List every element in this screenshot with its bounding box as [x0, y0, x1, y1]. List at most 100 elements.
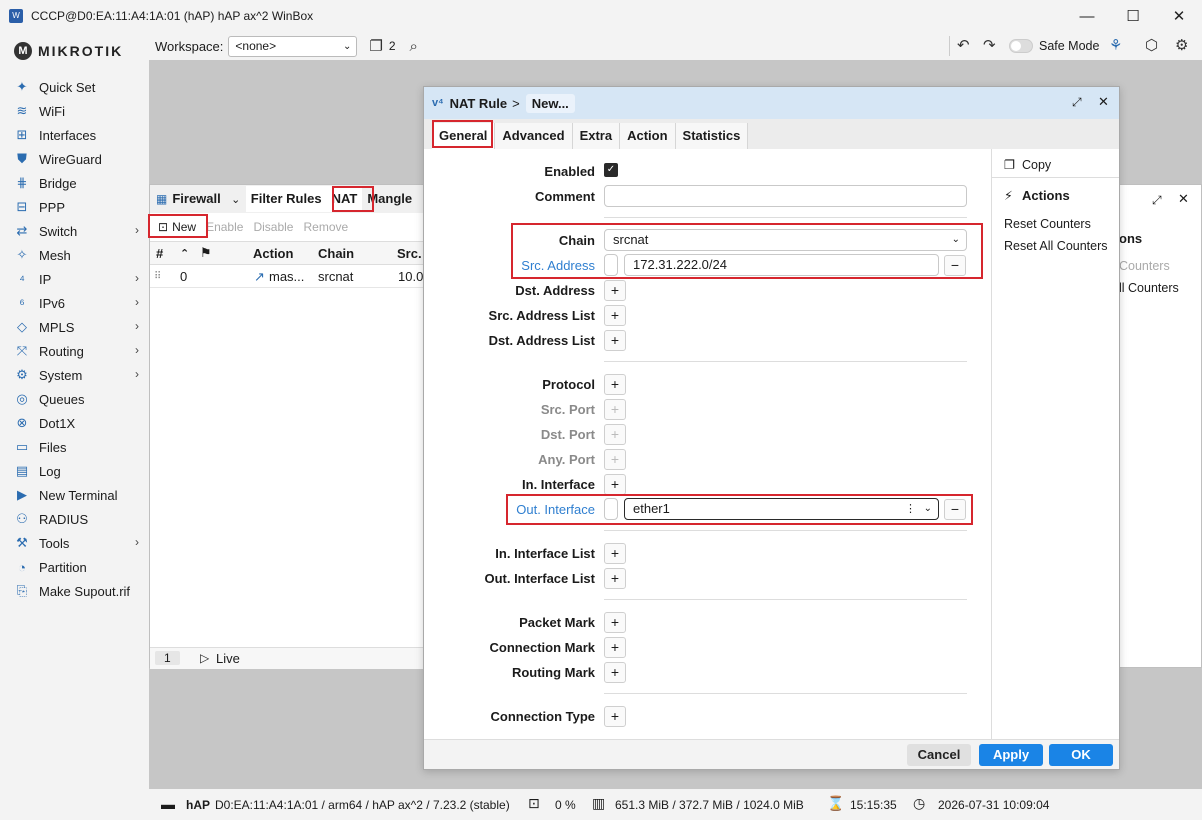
chevron-down-icon[interactable]: ⌄ [226, 193, 246, 206]
reset-all-counters-button[interactable]: Reset All Counters [1004, 239, 1108, 253]
highlight-out-interface [506, 494, 973, 525]
workspace-select[interactable]: <none> ⌄ [228, 35, 358, 57]
live-button[interactable]: Live [216, 651, 240, 666]
mesh-icon: ✧ [16, 247, 28, 262]
sidebar-item-switch[interactable]: ⇄ Switch › [0, 219, 149, 243]
remove-button[interactable]: Remove [303, 220, 348, 234]
undo-icon[interactable]: ↶ [957, 36, 970, 54]
copy-button[interactable]: Copy [1022, 158, 1051, 172]
sidebar-item-radius[interactable]: ⚇ RADIUS [0, 507, 149, 531]
sidebar-item-interfaces[interactable]: ⊞ Interfaces [0, 123, 149, 147]
cancel-button[interactable]: Cancel [907, 744, 971, 766]
protocol-add-button[interactable]: + [604, 374, 626, 395]
col-number[interactable]: # [156, 242, 163, 264]
sidebar-item-files[interactable]: ▭ Files [0, 435, 149, 459]
chevron-right-icon: › [135, 271, 139, 285]
field-dst-address: Dst. Address + [424, 278, 991, 303]
sidebar-item-mpls[interactable]: ◇ MPLS › [0, 315, 149, 339]
src-port-add-button[interactable]: + [604, 399, 626, 420]
any-port-label: Any. Port [538, 452, 595, 467]
dst-port-add-button[interactable]: + [604, 424, 626, 445]
ok-button[interactable]: OK [1049, 744, 1113, 766]
tab-advanced[interactable]: Advanced [495, 123, 573, 149]
sidebar-item-log[interactable]: ▤ Log [0, 459, 149, 483]
sidebar-item-queues[interactable]: ◎ Queues [0, 387, 149, 411]
dst-address-add-button[interactable]: + [604, 280, 626, 301]
safe-mode-icon[interactable]: ⚘ [1109, 36, 1122, 54]
package-icon[interactable]: ⬡ [1145, 36, 1158, 54]
sidebar-item-make-supout-rif[interactable]: ⎘ Make Supout.rif [0, 579, 149, 603]
sidebar-item-label: Interfaces [39, 127, 97, 143]
sidebar-item-routing[interactable]: ⤧ Routing › [0, 339, 149, 363]
wireguard-icon: ⛊ [17, 151, 27, 166]
sidebar-item-system[interactable]: ⚙ System › [0, 363, 149, 387]
tab-statistics[interactable]: Statistics [675, 123, 749, 149]
divider [604, 217, 967, 218]
settings-gear-icon[interactable]: ⚙ [1175, 36, 1188, 54]
sidebar-item-dot1x[interactable]: ⊗ Dot1X [0, 411, 149, 435]
restore-icon[interactable]: ⤢ [1152, 193, 1162, 208]
bg-reset-all-counters[interactable]: ll Counters [1119, 281, 1179, 295]
col-action[interactable]: Action [253, 242, 293, 264]
sidebar-item-bridge[interactable]: ⋕ Bridge [0, 171, 149, 195]
sort-icon[interactable]: ⌃ [180, 242, 189, 264]
reset-counters-button[interactable]: Reset Counters [1004, 217, 1091, 231]
interfaces-icon: ⊞ [16, 127, 28, 142]
sidebar-item-ip[interactable]: ⁴ IP › [0, 267, 149, 291]
src-address-list-label: Src. Address List [488, 308, 595, 323]
sidebar-item-wifi[interactable]: ≋ WiFi [0, 99, 149, 123]
apply-button[interactable]: Apply [979, 744, 1043, 766]
connection-mark-add-button[interactable]: + [604, 637, 626, 658]
sidebar-item-wireguard[interactable]: ⛊ WireGuard [0, 147, 149, 171]
sidebar-item-label: Quick Set [39, 79, 96, 95]
close-icon[interactable]: ✕ [1178, 191, 1189, 207]
tab-extra[interactable]: Extra [572, 123, 621, 149]
bg-reset-counters[interactable]: Counters [1119, 259, 1170, 273]
breadcrumb-separator: > [512, 95, 520, 111]
chevron-down-icon: ⌄ [343, 40, 352, 52]
in-interface-add-button[interactable]: + [604, 474, 626, 495]
src-address-list-add-button[interactable]: + [604, 305, 626, 326]
sidebar-item-quick-set[interactable]: ✦ Quick Set [0, 75, 149, 99]
sidebar-item-partition[interactable]: ◔ Partition [0, 555, 149, 579]
windows-icon[interactable]: ❐ [369, 37, 382, 55]
comment-input[interactable] [604, 185, 967, 207]
breadcrumb-root[interactable]: NAT Rule [450, 96, 508, 111]
close-icon[interactable]: ✕ [1098, 94, 1109, 110]
drag-handle-icon[interactable]: ⠿ [154, 266, 161, 287]
packet-mark-add-button[interactable]: + [604, 612, 626, 633]
col-chain[interactable]: Chain [318, 242, 354, 264]
any-port-add-button[interactable]: + [604, 449, 626, 470]
memory-icon: ▥ [592, 795, 606, 811]
disable-button[interactable]: Disable [253, 220, 293, 234]
copy-icon[interactable]: ❐ [1004, 157, 1015, 172]
enabled-label: Enabled [544, 164, 595, 179]
out-interface-list-add-button[interactable]: + [604, 568, 626, 589]
close-button[interactable]: ✕ [1156, 0, 1202, 32]
sidebar-item-mesh[interactable]: ✧ Mesh [0, 243, 149, 267]
safe-mode-toggle[interactable] [1009, 39, 1033, 53]
routing-mark-add-button[interactable]: + [604, 662, 626, 683]
table-row[interactable]: ⠿ 0 ↗ mas... srcnat 10.0 [150, 266, 426, 288]
redo-icon[interactable]: ↷ [983, 36, 996, 54]
sidebar-item-label: RADIUS [39, 511, 89, 527]
dst-address-list-add-button[interactable]: + [604, 330, 626, 351]
connection-type-add-button[interactable]: + [604, 706, 626, 727]
enable-button[interactable]: Enable [206, 220, 243, 234]
sidebar-item-label: Partition [39, 559, 87, 575]
maximize-button[interactable]: ☐ [1110, 0, 1156, 32]
in-interface-list-add-button[interactable]: + [604, 543, 626, 564]
nat-rule-dialog: v⁴ NAT Rule > New... ⤢ ✕ General Advance… [423, 86, 1120, 770]
minimize-button[interactable]: — [1064, 0, 1110, 32]
sidebar-item-tools[interactable]: ⚒ Tools › [0, 531, 149, 555]
live-icon[interactable]: ▷ [200, 651, 209, 665]
restore-icon[interactable]: ⤢ [1072, 95, 1082, 110]
sidebar-item-new-terminal[interactable]: ▶ New Terminal [0, 483, 149, 507]
col-src[interactable]: Src. [397, 242, 422, 264]
tab-filter-rules[interactable]: Filter Rules [245, 186, 327, 212]
enabled-checkbox[interactable]: ✓ [604, 163, 618, 177]
sidebar-item-ipv6[interactable]: ⁶ IPv6 › [0, 291, 149, 315]
tab-action[interactable]: Action [620, 123, 676, 149]
search-icon[interactable]: ⌕ [410, 38, 418, 55]
sidebar-item-ppp[interactable]: ⊟ PPP [0, 195, 149, 219]
